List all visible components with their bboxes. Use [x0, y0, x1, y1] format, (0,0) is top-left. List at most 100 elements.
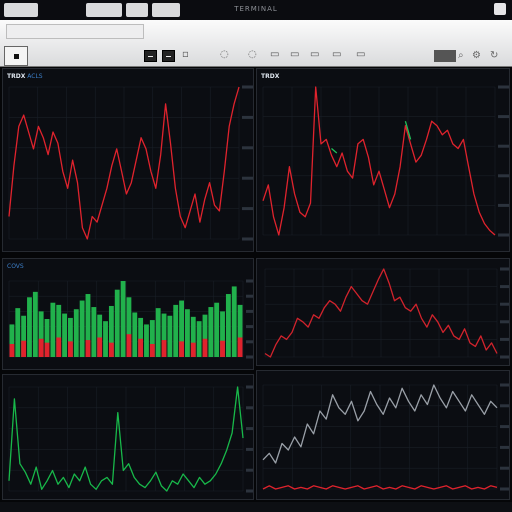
- series-line: [331, 121, 412, 154]
- bar: [85, 340, 91, 357]
- tool-icon[interactable]: ◌: [220, 49, 229, 60]
- bar: [155, 308, 161, 357]
- axis-tick: [500, 285, 509, 289]
- axis-tick: [500, 383, 509, 387]
- bar: [32, 291, 38, 357]
- bar: [173, 304, 179, 357]
- bar: [73, 309, 79, 357]
- back-icon[interactable]: [4, 46, 28, 66]
- tool-icon[interactable]: ▫: [182, 49, 189, 60]
- axis-tick: [498, 203, 509, 207]
- minimize-icon[interactable]: [144, 50, 157, 62]
- bar: [126, 334, 132, 357]
- axis-tick: [498, 144, 509, 148]
- bar: [50, 302, 56, 357]
- close-icon[interactable]: [494, 3, 506, 15]
- axis-tick: [242, 85, 253, 89]
- bar: [108, 342, 114, 357]
- bar: [196, 321, 202, 357]
- bar: [91, 307, 97, 357]
- bar-chart: [8, 279, 253, 359]
- bar: [202, 338, 208, 357]
- line-chart: [264, 267, 509, 359]
- bar: [220, 340, 225, 357]
- bar: [132, 312, 138, 357]
- axis-tick: [246, 279, 253, 283]
- chart-panel: [2, 374, 254, 500]
- refresh-icon[interactable]: ↻: [490, 50, 498, 61]
- bar: [9, 343, 15, 357]
- bar: [208, 307, 214, 357]
- axis-tick: [500, 320, 509, 324]
- bar: [161, 340, 167, 357]
- bar: [103, 321, 108, 357]
- axis-tick: [498, 115, 509, 119]
- axis-tick: [246, 340, 253, 344]
- bar: [179, 341, 184, 357]
- chart-panel: TRDX: [256, 68, 510, 252]
- axis-tick: [500, 302, 509, 306]
- axis-tick: [246, 385, 253, 389]
- axis-tick: [500, 425, 509, 429]
- axis-tick: [246, 447, 253, 451]
- settings-icon[interactable]: ⚙: [472, 50, 481, 61]
- axis-tick: [500, 355, 509, 359]
- line-chart: [8, 385, 253, 493]
- axis-tick: [500, 337, 509, 341]
- bar: [231, 286, 237, 357]
- chart-panel: COVS: [2, 258, 254, 370]
- bar: [225, 294, 231, 357]
- tool-icon[interactable]: ▭: [332, 49, 341, 60]
- tool-icon[interactable]: ▭: [270, 49, 279, 60]
- bar: [149, 343, 155, 357]
- tool-icon[interactable]: ▭: [310, 49, 319, 60]
- axis-tick: [246, 427, 253, 431]
- toolbar: ▫ ◌ ◌ ▭ ▭ ▭ ▭ ▭ ⌕ ⚙ ↻: [0, 20, 512, 67]
- search-icon[interactable]: ⌕: [458, 50, 464, 61]
- axis-tick: [500, 445, 509, 449]
- bar: [68, 341, 73, 357]
- bar: [237, 337, 243, 357]
- tool-icon[interactable]: ◌: [248, 49, 257, 60]
- bar: [114, 289, 120, 357]
- bar: [167, 315, 173, 357]
- line-chart: [8, 85, 253, 241]
- line-chart: [262, 383, 509, 491]
- bar: [44, 342, 50, 357]
- chart-panel: [256, 258, 510, 366]
- bar: [62, 313, 67, 357]
- bar: [21, 340, 27, 357]
- bar: [97, 337, 103, 357]
- axis-tick: [246, 294, 253, 298]
- axis-tick: [498, 174, 509, 178]
- bar: [27, 297, 32, 357]
- axis-tick: [500, 487, 509, 491]
- chart-panel: [256, 370, 510, 500]
- axis-tick: [242, 237, 253, 241]
- bar: [190, 342, 196, 357]
- axis-tick: [242, 146, 253, 150]
- axis-tick: [500, 404, 509, 408]
- tool-icon[interactable]: ▭: [290, 49, 299, 60]
- axis-tick: [246, 406, 253, 410]
- status-box: [434, 50, 456, 62]
- axis-tick: [246, 325, 253, 329]
- bar: [56, 337, 62, 357]
- title-bar: TERMINAL: [0, 0, 512, 20]
- axis-tick: [242, 115, 253, 119]
- chart-panel: TRDX ACLS: [2, 68, 254, 252]
- axis-tick: [498, 85, 509, 89]
- line-chart: [262, 85, 509, 237]
- bar: [138, 338, 144, 357]
- axis-tick: [246, 309, 253, 313]
- axis-tick: [498, 233, 509, 237]
- axis-tick: [500, 466, 509, 470]
- axis-tick: [242, 176, 253, 180]
- tool-icon[interactable]: ▭: [356, 49, 365, 60]
- bar: [185, 309, 190, 357]
- bar: [144, 324, 149, 357]
- axis-tick: [246, 355, 253, 359]
- bar: [214, 302, 220, 357]
- maximize-icon[interactable]: [162, 50, 175, 62]
- address-bar[interactable]: [6, 24, 144, 39]
